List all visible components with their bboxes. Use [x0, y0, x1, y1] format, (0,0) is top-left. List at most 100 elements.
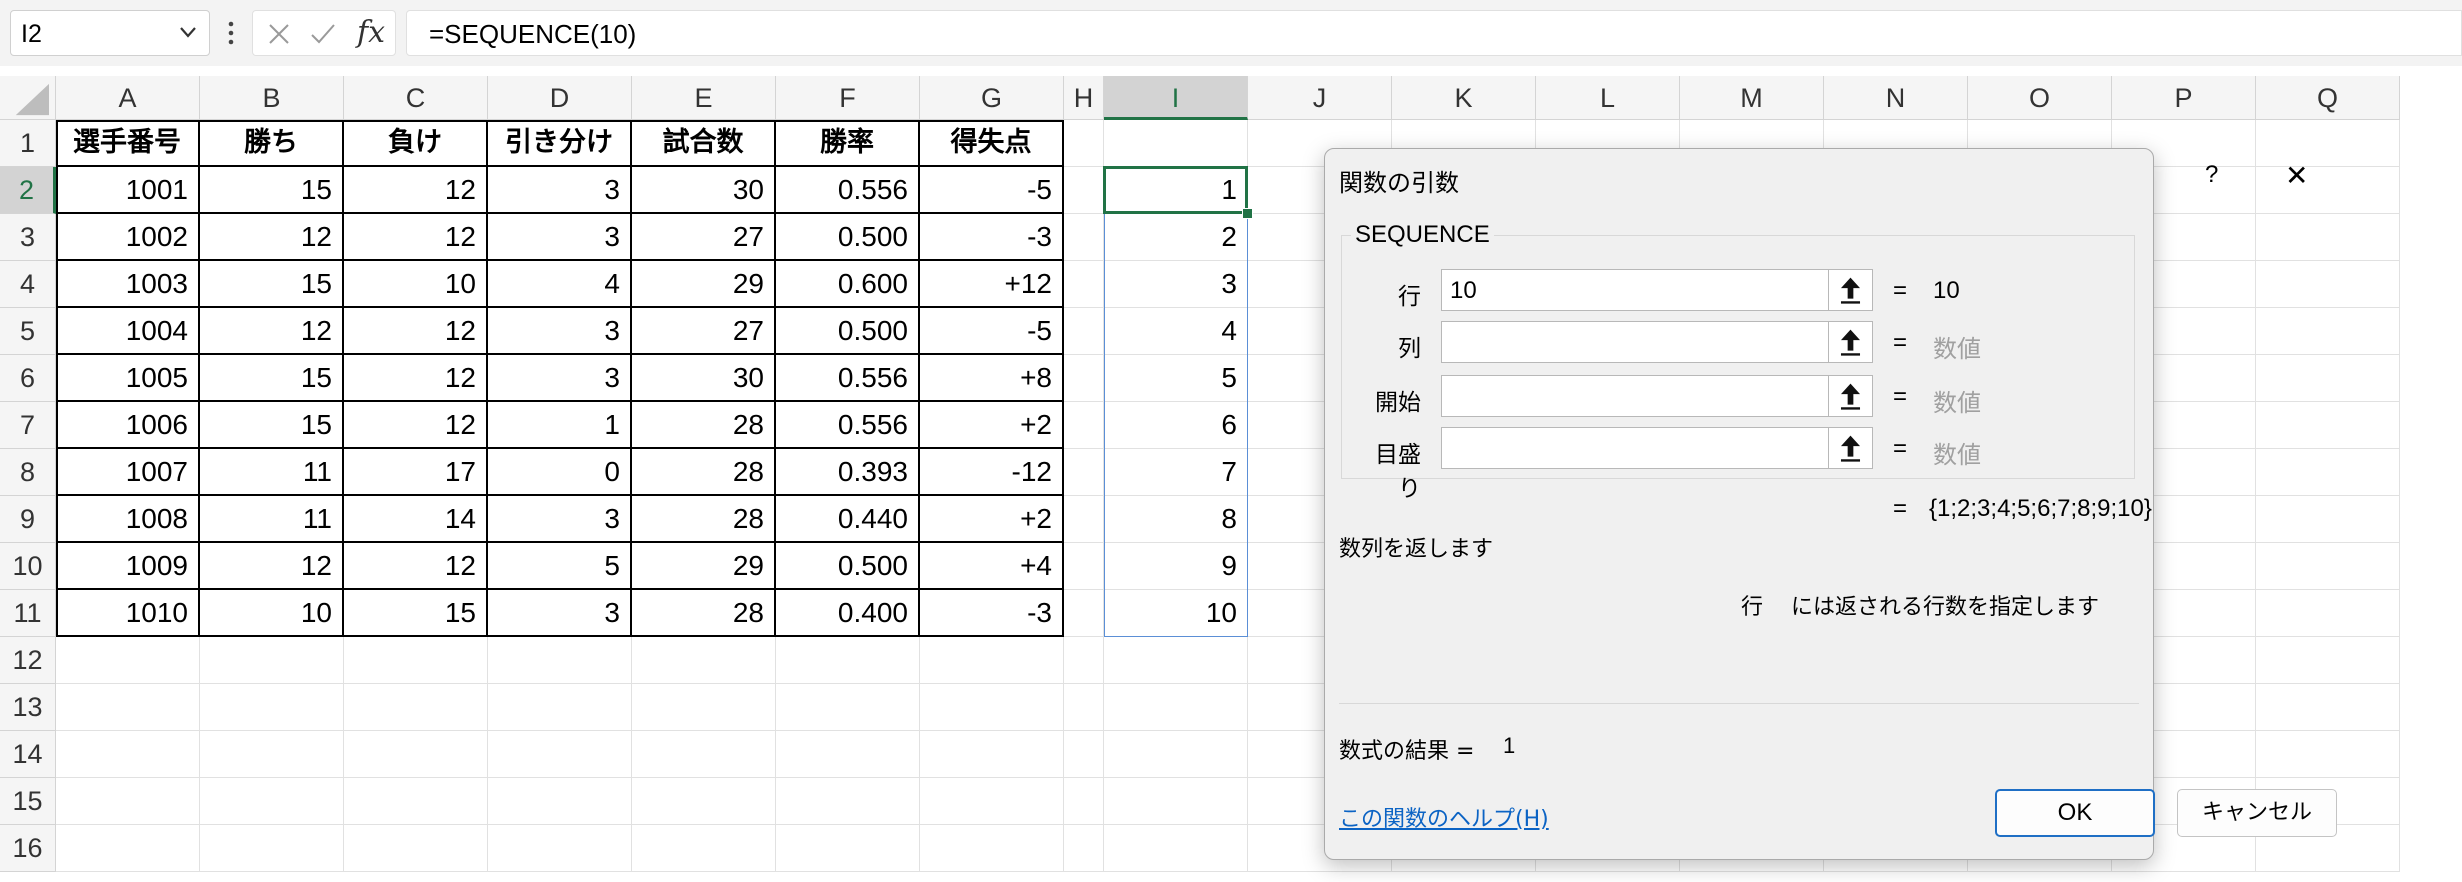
cell-c11[interactable]: 15: [344, 590, 488, 637]
cell-h9[interactable]: [1064, 496, 1104, 543]
row-header-3[interactable]: 3: [0, 214, 56, 261]
row-header-4[interactable]: 4: [0, 261, 56, 308]
column-header-q[interactable]: Q: [2256, 76, 2400, 120]
cell-b16[interactable]: [200, 825, 344, 872]
cell-h11[interactable]: [1064, 590, 1104, 637]
cell-g1[interactable]: 得失点: [920, 120, 1064, 167]
cell-b12[interactable]: [200, 637, 344, 684]
cell-c8[interactable]: 17: [344, 449, 488, 496]
cell-g15[interactable]: [920, 778, 1064, 825]
cell-f10[interactable]: 0.500: [776, 543, 920, 590]
cell-h1[interactable]: [1064, 120, 1104, 167]
cell-q8[interactable]: [2256, 449, 2400, 496]
cell-e1[interactable]: 試合数: [632, 120, 776, 167]
column-header-b[interactable]: B: [200, 76, 344, 120]
cell-a1[interactable]: 選手番号: [56, 120, 200, 167]
cell-e8[interactable]: 28: [632, 449, 776, 496]
cell-q4[interactable]: [2256, 261, 2400, 308]
cell-b4[interactable]: 15: [200, 261, 344, 308]
cancel-button[interactable]: キャンセル: [2177, 789, 2337, 837]
cell-a12[interactable]: [56, 637, 200, 684]
cell-d14[interactable]: [488, 731, 632, 778]
row-header-1[interactable]: 1: [0, 120, 56, 167]
cell-i12[interactable]: [1104, 637, 1248, 684]
cell-e13[interactable]: [632, 684, 776, 731]
cell-d7[interactable]: 1: [488, 402, 632, 449]
cell-q5[interactable]: [2256, 308, 2400, 355]
cell-d4[interactable]: 4: [488, 261, 632, 308]
name-box[interactable]: I2: [10, 10, 210, 56]
cell-e9[interactable]: 28: [632, 496, 776, 543]
cell-c10[interactable]: 12: [344, 543, 488, 590]
arg-input[interactable]: [1441, 375, 1829, 417]
cell-q12[interactable]: [2256, 637, 2400, 684]
cell-f9[interactable]: 0.440: [776, 496, 920, 543]
cell-d11[interactable]: 3: [488, 590, 632, 637]
column-header-o[interactable]: O: [1968, 76, 2112, 120]
cell-a5[interactable]: 1004: [56, 308, 200, 355]
cell-c2[interactable]: 12: [344, 167, 488, 214]
cell-e6[interactable]: 30: [632, 355, 776, 402]
cell-c16[interactable]: [344, 825, 488, 872]
cell-q7[interactable]: [2256, 402, 2400, 449]
cell-a6[interactable]: 1005: [56, 355, 200, 402]
row-header-8[interactable]: 8: [0, 449, 56, 496]
cell-d12[interactable]: [488, 637, 632, 684]
column-header-c[interactable]: C: [344, 76, 488, 120]
cell-d10[interactable]: 5: [488, 543, 632, 590]
cell-d6[interactable]: 3: [488, 355, 632, 402]
cell-a2[interactable]: 1001: [56, 167, 200, 214]
cell-i14[interactable]: [1104, 731, 1248, 778]
arg-input[interactable]: 10: [1441, 269, 1829, 311]
row-header-10[interactable]: 10: [0, 543, 56, 590]
cell-a9[interactable]: 1008: [56, 496, 200, 543]
row-header-14[interactable]: 14: [0, 731, 56, 778]
cell-e12[interactable]: [632, 637, 776, 684]
column-header-e[interactable]: E: [632, 76, 776, 120]
cell-h6[interactable]: [1064, 355, 1104, 402]
cell-i6[interactable]: 5: [1104, 355, 1248, 402]
cell-d15[interactable]: [488, 778, 632, 825]
cell-g6[interactable]: +8: [920, 355, 1064, 402]
cell-a15[interactable]: [56, 778, 200, 825]
collapse-dialog-icon[interactable]: [1829, 427, 1873, 469]
row-header-7[interactable]: 7: [0, 402, 56, 449]
row-header-9[interactable]: 9: [0, 496, 56, 543]
cell-c6[interactable]: 12: [344, 355, 488, 402]
cell-e10[interactable]: 29: [632, 543, 776, 590]
cell-d16[interactable]: [488, 825, 632, 872]
cell-h8[interactable]: [1064, 449, 1104, 496]
cell-i3[interactable]: 2: [1104, 214, 1248, 261]
cell-i1[interactable]: [1104, 120, 1248, 167]
column-header-n[interactable]: N: [1824, 76, 1968, 120]
cell-i5[interactable]: 4: [1104, 308, 1248, 355]
cell-q10[interactable]: [2256, 543, 2400, 590]
cell-h2[interactable]: [1064, 167, 1104, 214]
cell-g11[interactable]: -3: [920, 590, 1064, 637]
dialog-help-button[interactable]: ?: [2205, 161, 2218, 189]
cell-i2[interactable]: 1: [1104, 167, 1248, 214]
cell-c3[interactable]: 12: [344, 214, 488, 261]
cell-b15[interactable]: [200, 778, 344, 825]
chevron-down-icon[interactable]: [175, 19, 201, 45]
column-header-i[interactable]: I: [1104, 76, 1248, 120]
cell-c1[interactable]: 負け: [344, 120, 488, 167]
cell-b7[interactable]: 15: [200, 402, 344, 449]
cell-e15[interactable]: [632, 778, 776, 825]
cell-g12[interactable]: [920, 637, 1064, 684]
enter-check-icon[interactable]: [309, 20, 337, 48]
cell-f15[interactable]: [776, 778, 920, 825]
cell-q11[interactable]: [2256, 590, 2400, 637]
cell-d2[interactable]: 3: [488, 167, 632, 214]
cell-g4[interactable]: +12: [920, 261, 1064, 308]
cell-f7[interactable]: 0.556: [776, 402, 920, 449]
cell-e16[interactable]: [632, 825, 776, 872]
row-header-13[interactable]: 13: [0, 684, 56, 731]
cell-g10[interactable]: +4: [920, 543, 1064, 590]
cell-b3[interactable]: 12: [200, 214, 344, 261]
cell-c5[interactable]: 12: [344, 308, 488, 355]
cell-a14[interactable]: [56, 731, 200, 778]
cell-a3[interactable]: 1002: [56, 214, 200, 261]
cell-i13[interactable]: [1104, 684, 1248, 731]
cell-d9[interactable]: 3: [488, 496, 632, 543]
